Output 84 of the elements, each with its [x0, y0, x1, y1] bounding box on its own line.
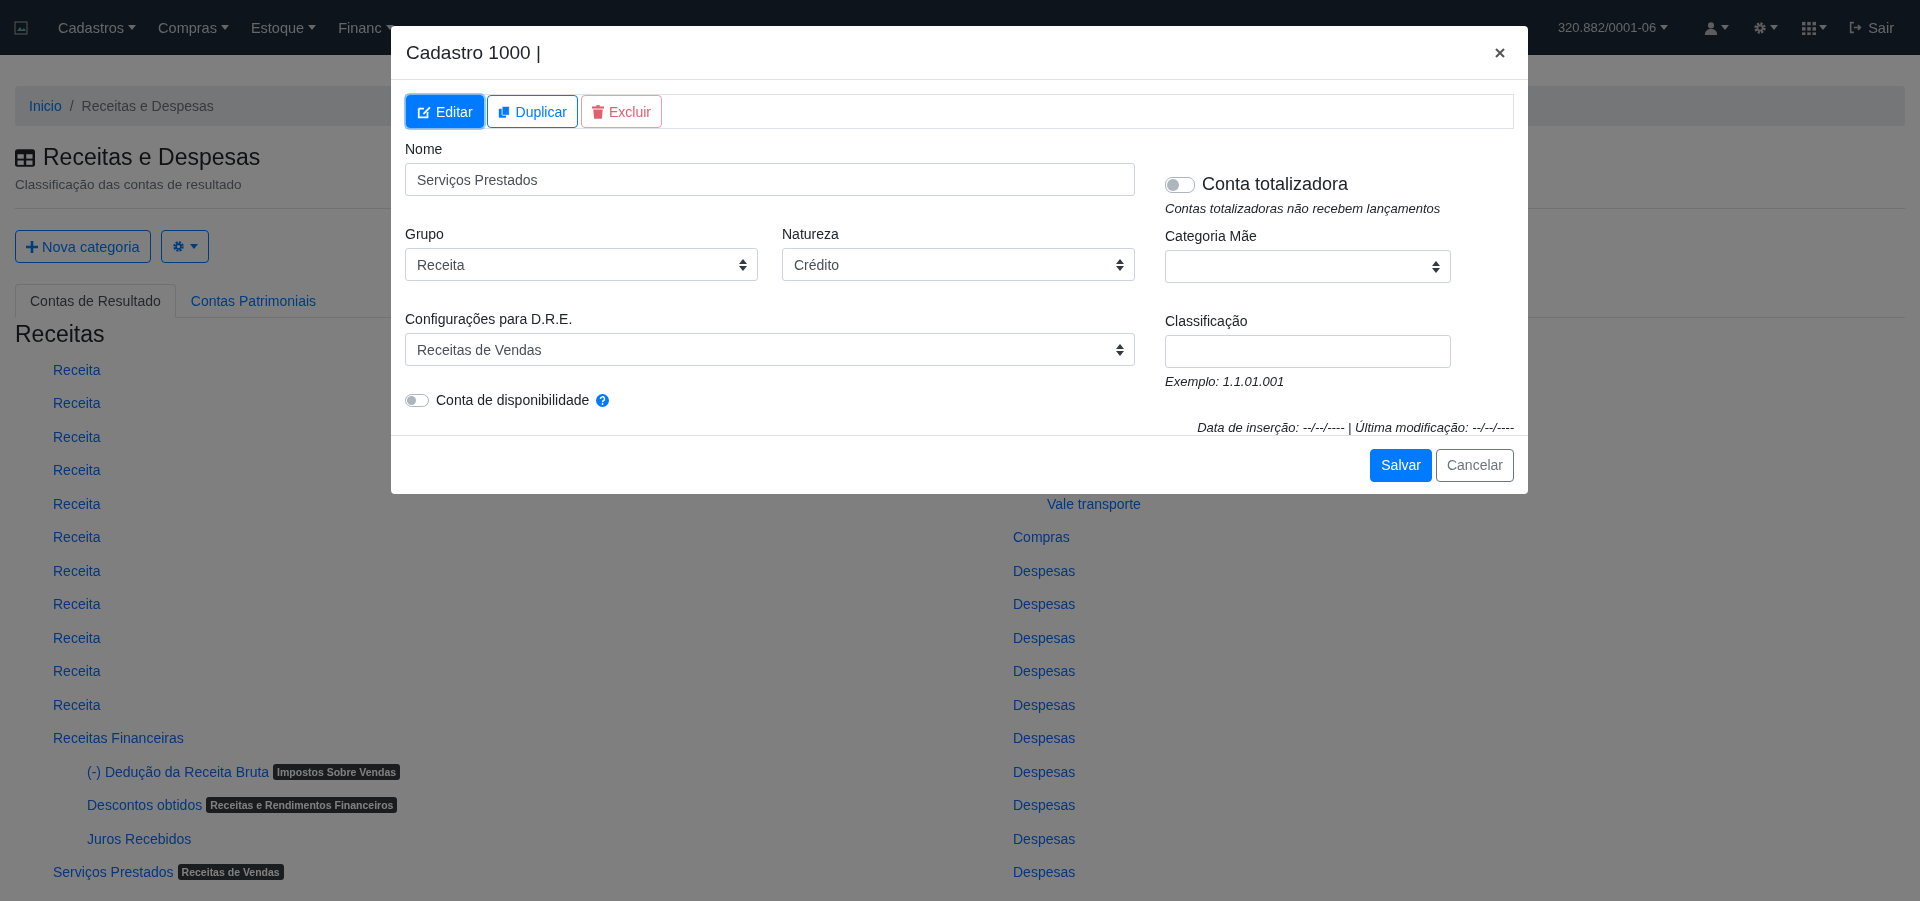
- nav-menu[interactable]: Cadastros: [48, 19, 149, 36]
- category-link[interactable]: Despesas: [1013, 596, 1076, 613]
- field-label: Classificação: [1165, 313, 1249, 330]
- save-button[interactable]: Salvar: [1370, 448, 1432, 482]
- tab[interactable]: Contas Patrimoniais: [175, 284, 332, 318]
- trash-icon: [591, 104, 604, 119]
- cancel-button[interactable]: Cancelar: [1435, 448, 1514, 482]
- category-link[interactable]: Receita: [53, 361, 101, 378]
- category-link[interactable]: Despesas: [1013, 763, 1076, 780]
- nav-menu[interactable]: Compras: [148, 19, 241, 36]
- gear-icon: [1753, 20, 1768, 35]
- category-link[interactable]: Despesas: [1013, 797, 1076, 814]
- dre-select[interactable]: Receitas de Vendas: [405, 333, 1135, 367]
- copy-icon: [497, 104, 511, 119]
- company-menu[interactable]: 320.882/0001-06: [1557, 20, 1681, 35]
- field-label: Configurações para D.R.E.: [405, 311, 574, 328]
- category-link[interactable]: Receita: [53, 395, 101, 412]
- breadcrumb-item: Receitas e Despesas: [81, 98, 214, 114]
- category-link[interactable]: Vale transporte: [1047, 495, 1141, 512]
- close-icon[interactable]: [1495, 47, 1505, 58]
- category-link[interactable]: Receitas Financeiras: [53, 730, 184, 747]
- category-link[interactable]: Despesas: [1013, 562, 1076, 579]
- new-category-button[interactable]: Nova categoria: [15, 230, 151, 263]
- breadcrumb-separator: /: [69, 98, 74, 114]
- field-hint: Exemplo: 1.1.01.001: [1165, 374, 1286, 390]
- category-link[interactable]: Receita: [53, 428, 101, 445]
- breadcrumb-item[interactable]: Inicio: [29, 98, 62, 114]
- settings-dropdown-button[interactable]: [160, 230, 209, 263]
- category-link[interactable]: Receita: [53, 495, 101, 512]
- record-dates: Data de inserção: --/--/---- | Última modificação: --/--/----: [1197, 420, 1514, 436]
- category-link[interactable]: Serviços Prestados: [53, 864, 174, 881]
- field-label: Nome: [405, 141, 444, 158]
- category-link[interactable]: Compras: [1013, 529, 1070, 546]
- toggle-switch[interactable]: [405, 393, 429, 407]
- category-link[interactable]: Receita: [53, 663, 101, 680]
- help-icon[interactable]: [596, 393, 610, 407]
- category-link[interactable]: (-) Dedução da Receita Bruta: [87, 763, 270, 780]
- edit-icon: [417, 104, 431, 119]
- field-label: Natureza: [782, 226, 840, 243]
- toggle-label: Conta totalizadora: [1202, 174, 1349, 196]
- category-link[interactable]: Despesas: [1013, 696, 1076, 713]
- category-badge: Impostos Sobre Vendas: [273, 763, 401, 780]
- category-link[interactable]: Despesas: [1013, 730, 1076, 747]
- category-link[interactable]: Receita: [53, 629, 101, 646]
- classification-field[interactable]: [1165, 335, 1451, 369]
- name-field[interactable]: Serviços Prestados: [405, 163, 1135, 197]
- plus-icon: [26, 240, 38, 253]
- action-button[interactable]: Editar: [406, 95, 484, 129]
- page-title: Receitas e Despesas: [43, 144, 261, 171]
- category-link[interactable]: Despesas: [1013, 864, 1076, 881]
- gear-icon: [171, 240, 185, 253]
- category-link[interactable]: Despesas: [1013, 663, 1076, 680]
- field-hint: Contas totalizadoras não recebem lançamentos: [1165, 201, 1442, 217]
- tab[interactable]: Contas de Resultado: [15, 284, 176, 318]
- user-icon: [1704, 20, 1719, 35]
- category-link[interactable]: Receita: [53, 696, 101, 713]
- category-link[interactable]: Receita: [53, 562, 101, 579]
- table-icon: [15, 148, 35, 167]
- nav-menu[interactable]: Estoque: [240, 19, 329, 36]
- category-link[interactable]: Descontos obtidos: [87, 797, 203, 814]
- parent-category-select[interactable]: [1165, 250, 1451, 284]
- group-select[interactable]: Receita: [405, 248, 758, 282]
- grid-icon: [1802, 20, 1817, 35]
- field-label: Grupo: [405, 226, 445, 243]
- category-link[interactable]: Receita: [53, 462, 101, 479]
- toggle-label: Conta de disponibilidade: [436, 392, 590, 409]
- action-button[interactable]: Excluir: [580, 95, 662, 129]
- logout-link[interactable]: Sair: [1839, 19, 1906, 36]
- page-subtitle: Classificação das contas de resultado: [15, 177, 242, 192]
- toggle-switch[interactable]: [1165, 176, 1195, 193]
- category-link[interactable]: Despesas: [1013, 629, 1076, 646]
- category-link[interactable]: Juros Recebidos: [87, 830, 192, 847]
- nature-select[interactable]: Crédito: [782, 248, 1135, 282]
- modal-title: Cadastro 1000 |: [406, 41, 541, 64]
- section-heading: Receitas: [15, 321, 105, 349]
- action-button[interactable]: Duplicar: [486, 95, 578, 129]
- field-label: Categoria Mãe: [1165, 228, 1258, 245]
- sign-out-icon: [1849, 21, 1863, 34]
- category-link[interactable]: Receita: [53, 529, 101, 546]
- category-link[interactable]: Receita: [53, 596, 101, 613]
- category-link[interactable]: Despesas: [1013, 830, 1076, 847]
- category-badge: Receitas de Vendas: [177, 864, 284, 881]
- broken-image-icon[interactable]: [14, 19, 30, 36]
- category-badge: Receitas e Rendimentos Financeiros: [206, 797, 398, 814]
